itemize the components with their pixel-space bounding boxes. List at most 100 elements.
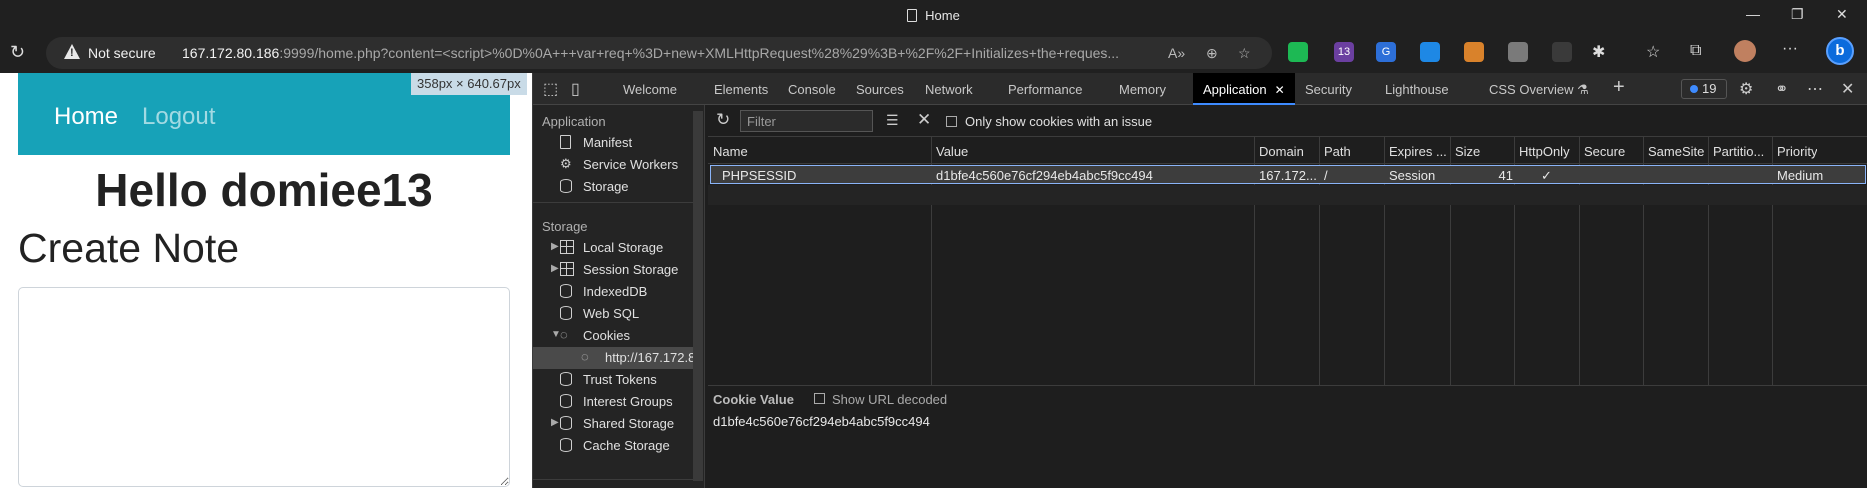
more-menu-icon[interactable]: ··· — [1782, 40, 1798, 58]
sidebar-item-storage[interactable]: Storage — [533, 176, 693, 198]
sidebar-item-indexeddb[interactable]: IndexedDB — [533, 281, 693, 303]
column-header-expires[interactable]: Expires ... — [1389, 144, 1447, 159]
reload-icon[interactable]: ↻ — [10, 42, 25, 63]
sidebar-item-cookie-origin[interactable]: ◌http://167.172.80.186:9999 — [533, 347, 693, 369]
column-header-secure[interactable]: Secure — [1584, 144, 1625, 159]
not-secure-label[interactable]: Not secure — [88, 45, 156, 61]
close-window-icon[interactable]: ✕ — [1836, 6, 1848, 23]
application-sidebar: Application Manifest ⚙ Service Workers St… — [533, 105, 705, 488]
grid-icon — [560, 262, 574, 277]
read-aloud-icon[interactable]: A» — [1168, 45, 1185, 61]
sidebar-item-web-sql[interactable]: Web SQL — [533, 303, 693, 325]
sidebar-item-local-storage[interactable]: ▶ Local Storage — [533, 237, 693, 259]
add-tab-icon[interactable]: + — [1613, 76, 1625, 99]
nav-home-link[interactable]: Home — [54, 103, 118, 131]
show-url-decoded-checkbox[interactable] — [814, 393, 825, 404]
column-header-partition[interactable]: Partitio... — [1713, 144, 1771, 159]
cell-httponly: ✓ — [1541, 168, 1552, 183]
sidebar-item-session-storage[interactable]: ▶ Session Storage — [533, 259, 693, 281]
tab-performance[interactable]: Performance — [1008, 82, 1082, 97]
tab-application[interactable]: Application ✕ — [1193, 73, 1295, 105]
tab-welcome[interactable]: Welcome — [623, 82, 677, 97]
sidebar-item-cookies[interactable]: ▼ ◌ Cookies — [533, 325, 693, 347]
nav-logout-link[interactable]: Logout — [142, 103, 215, 131]
tab-sources[interactable]: Sources — [856, 82, 904, 97]
close-tab-icon[interactable]: ✕ — [1275, 83, 1285, 97]
bing-chat-icon[interactable]: b — [1826, 37, 1854, 65]
url-text[interactable]: 167.172.80.186:9999/home.php?content=<sc… — [182, 45, 1202, 61]
favorites-icon[interactable]: ☆ — [1646, 42, 1660, 62]
gear-icon: ⚙ — [560, 156, 572, 171]
column-header-size[interactable]: Size — [1455, 144, 1480, 159]
column-header-value[interactable]: Value — [936, 144, 968, 159]
tools-extension-icon[interactable] — [1552, 42, 1572, 62]
cell-size: 41 — [1498, 168, 1513, 183]
collections-icon[interactable]: ⧉ — [1690, 42, 1701, 60]
filter-input[interactable] — [740, 110, 873, 132]
address-bar-row: ↻ Not secure 167.172.80.186:9999/home.ph… — [0, 33, 1867, 73]
translate-extension-icon[interactable]: G — [1376, 42, 1396, 62]
warning-icon[interactable] — [64, 44, 80, 59]
table-row[interactable]: PHPSESSID d1bfe4c560e76cf294eb4abc5f9cc4… — [710, 165, 1866, 184]
sidebar-item-manifest[interactable]: Manifest — [533, 132, 693, 154]
grid-icon — [560, 240, 574, 255]
issues-badge[interactable]: 19 — [1681, 79, 1727, 99]
close-devtools-icon[interactable]: ✕ — [1841, 79, 1854, 99]
expand-arrow-icon[interactable]: ▶ — [551, 417, 559, 428]
tab-console[interactable]: Console — [788, 82, 836, 97]
puzzle-extensions-icon[interactable]: ✱ — [1592, 42, 1605, 62]
only-issues-checkbox[interactable] — [946, 116, 957, 127]
customize-icon[interactable]: ⚭ — [1775, 79, 1788, 99]
sidebar-scrollbar[interactable] — [693, 111, 703, 481]
refresh-icon[interactable]: ↻ — [716, 110, 730, 130]
zoom-icon[interactable]: ⊕ — [1206, 45, 1218, 62]
tab-network[interactable]: Network — [925, 82, 973, 97]
more-options-icon[interactable]: ⋯ — [1807, 79, 1823, 99]
expand-arrow-icon[interactable]: ▶ — [551, 241, 559, 252]
extension-orange-icon[interactable] — [1464, 42, 1484, 62]
cookie-value-pane: Cookie Value Show URL decoded d1bfe4c560… — [708, 385, 1867, 488]
cookies-toolbar: ↻ ☰ ✕ Only show cookies with an issue — [708, 105, 1867, 137]
tab-elements[interactable]: Elements — [714, 82, 768, 97]
tab-memory[interactable]: Memory — [1119, 82, 1166, 97]
show-url-decoded-label[interactable]: Show URL decoded — [832, 392, 947, 407]
note-textarea[interactable] — [18, 287, 510, 487]
tab-css-overview[interactable]: CSS Overview ⚗ — [1489, 82, 1589, 98]
extension-13-icon[interactable]: 13 — [1334, 42, 1354, 62]
only-issues-label[interactable]: Only show cookies with an issue — [965, 114, 1152, 129]
column-header-path[interactable]: Path — [1324, 144, 1351, 159]
tab-security[interactable]: Security — [1305, 82, 1352, 97]
shield-extension-icon[interactable] — [1288, 42, 1308, 62]
cookies-panel: ↻ ☰ ✕ Only show cookies with an issue Na… — [708, 105, 1867, 488]
inspect-icon[interactable]: ⬚ — [543, 79, 558, 99]
sidebar-item-cache-storage[interactable]: Cache Storage — [533, 435, 693, 457]
document-icon — [560, 135, 574, 150]
add-favorite-icon[interactable]: ☆ — [1238, 45, 1251, 62]
column-header-domain[interactable]: Domain — [1259, 144, 1304, 159]
clear-filtered-icon[interactable]: ☰ — [886, 112, 899, 129]
tab-lighthouse[interactable]: Lighthouse — [1385, 82, 1449, 97]
restore-icon[interactable]: ❐ — [1791, 6, 1804, 23]
drop-extension-icon[interactable] — [1420, 42, 1440, 62]
column-header-name[interactable]: Name — [713, 144, 748, 159]
sidebar-item-service-workers[interactable]: ⚙ Service Workers — [533, 154, 693, 176]
profile-avatar[interactable] — [1734, 40, 1756, 62]
expand-arrow-icon[interactable]: ▶ — [551, 263, 559, 274]
sidebar-item-trust-tokens[interactable]: Trust Tokens — [533, 369, 693, 391]
address-bar[interactable]: Not secure 167.172.80.186:9999/home.php?… — [46, 37, 1272, 69]
device-toolbar-icon[interactable]: ▯ — [571, 79, 580, 99]
column-header-httponly[interactable]: HttpOnly — [1519, 144, 1570, 159]
circle-extension-icon[interactable] — [1508, 42, 1528, 62]
cell-domain: 167.172... — [1259, 168, 1317, 183]
minimize-icon[interactable]: — — [1746, 6, 1760, 22]
sidebar-item-shared-storage[interactable]: ▶ Shared Storage — [533, 413, 693, 435]
dimension-tooltip: 358px × 640.67px — [411, 73, 527, 95]
column-header-priority[interactable]: Priority — [1777, 144, 1817, 159]
delete-selected-icon[interactable]: ✕ — [917, 110, 931, 130]
cookie-value-text[interactable]: d1bfe4c560e76cf294eb4abc5f9cc494 — [713, 414, 930, 429]
sidebar-item-interest-groups[interactable]: Interest Groups — [533, 391, 693, 413]
settings-gear-icon[interactable]: ⚙ — [1739, 79, 1753, 99]
table-row-empty — [708, 185, 1867, 205]
column-header-samesite[interactable]: SameSite — [1648, 144, 1704, 159]
page-content: Home Logout 358px × 640.67px Hello domie… — [0, 73, 532, 488]
